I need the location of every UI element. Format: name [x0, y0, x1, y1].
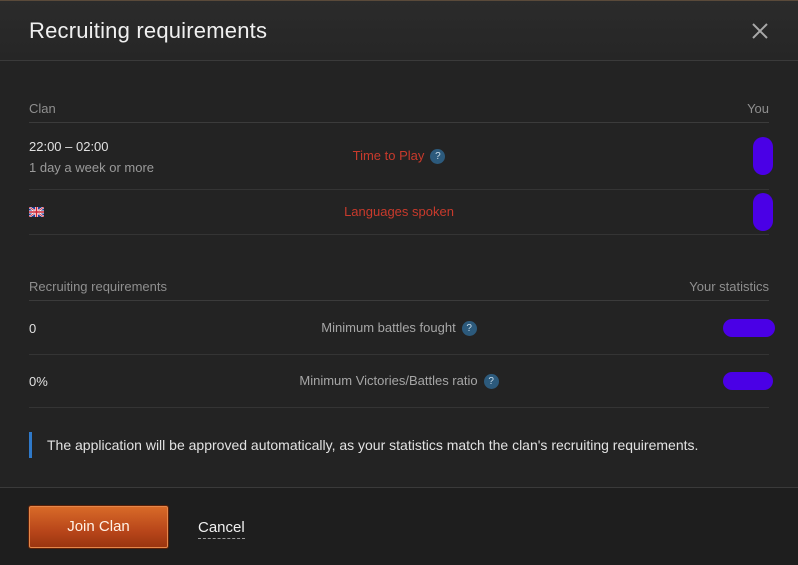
dialog-footer: Join Clan Cancel [0, 487, 798, 565]
you-header-label: You [747, 101, 769, 116]
help-icon[interactable]: ? [461, 321, 477, 336]
time-to-play-requirement: Time to Play? [29, 148, 769, 164]
cancel-button[interactable]: Cancel [198, 519, 245, 539]
clan-section-header: Clan You [29, 101, 769, 123]
languages-requirement: Languages spoken [29, 204, 769, 219]
languages-row: Languages spoken [29, 190, 773, 235]
dialog-title: Recruiting requirements [29, 18, 268, 43]
languages-label: Languages spoken [344, 204, 454, 219]
join-clan-button[interactable]: Join Clan [29, 506, 168, 548]
help-icon[interactable]: ? [430, 149, 446, 164]
battles-row: 0 Minimum battles fought? [29, 302, 775, 355]
recruiting-dialog: Recruiting requirements Clan You 22:00 –… [0, 0, 798, 565]
user-time-value-redacted [753, 137, 773, 175]
min-ratio-label: Minimum Victories/Battles ratio [299, 373, 478, 388]
requirements-header-label: Recruiting requirements [29, 279, 168, 294]
min-ratio-requirement: Minimum Victories/Battles ratio? [29, 373, 769, 389]
requirements-section-header: Recruiting requirements Your statistics [29, 279, 769, 301]
your-statistics-header-label: Your statistics [689, 279, 769, 294]
time-to-play-row: 22:00 – 02:00 1 day a week or more Time … [29, 125, 773, 190]
min-battles-label: Minimum battles fought [321, 320, 456, 335]
user-language-value-redacted [753, 193, 773, 231]
user-battles-value-redacted [723, 319, 775, 337]
user-ratio-value-redacted [723, 372, 773, 390]
ratio-row: 0% Minimum Victories/Battles ratio? [29, 355, 773, 408]
auto-approval-notice: The application will be approved automat… [29, 432, 769, 458]
time-to-play-label: Time to Play [352, 148, 425, 163]
clan-header-label: Clan [29, 101, 56, 116]
help-icon[interactable]: ? [483, 374, 499, 389]
min-battles-requirement: Minimum battles fought? [29, 320, 769, 336]
dialog-header: Recruiting requirements [0, 1, 798, 61]
close-icon[interactable] [748, 19, 772, 43]
